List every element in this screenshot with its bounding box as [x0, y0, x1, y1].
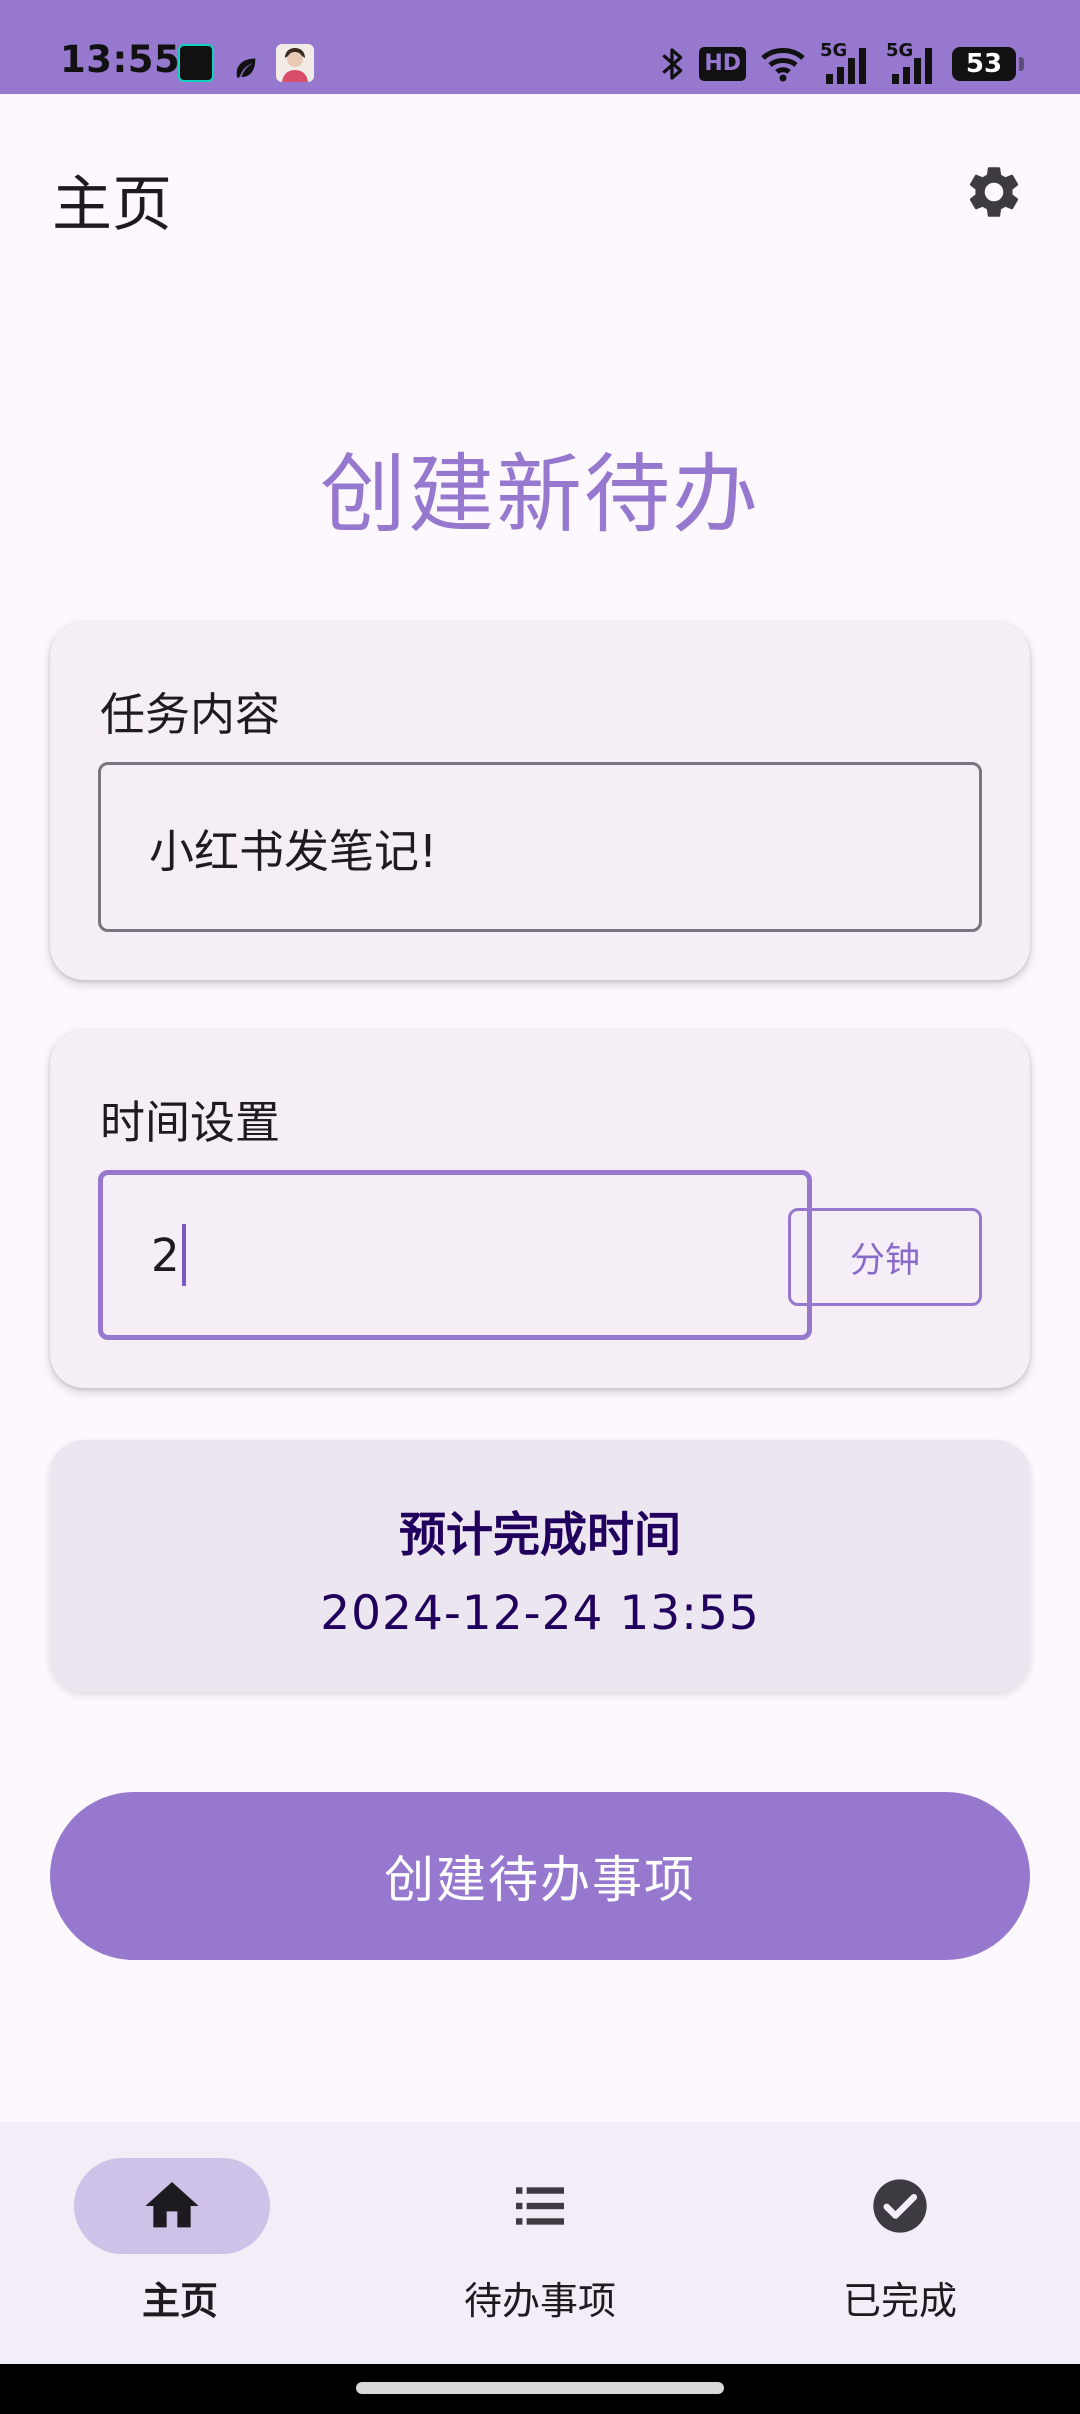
home-icon [145, 2182, 199, 2228]
check-circle-icon [873, 2179, 927, 2233]
bluetooth-icon [662, 48, 683, 80]
nav-item-todo[interactable]: 待办事项 [360, 2122, 720, 2364]
status-time: 13:55 [60, 38, 181, 81]
nav-label-home: 主页 [141, 2279, 218, 2323]
text-caret [181, 1224, 186, 1286]
estimated-completion-value: 2024-12-24 13:55 [320, 1586, 760, 1641]
time-setting-label: 时间设置 [100, 1096, 281, 1149]
battery-icon: 53 [952, 47, 1024, 81]
avatar-icon [276, 44, 314, 82]
settings-button[interactable] [960, 158, 1028, 226]
time-setting-card: 时间设置 2 分钟 [50, 1030, 1030, 1388]
task-content-label: 任务内容 [100, 688, 281, 741]
task-content-value: 小红书发笔记! [149, 824, 438, 878]
status-indicators: HD 5G 5G 53 [659, 40, 1024, 86]
hd-badge: HD [699, 47, 746, 81]
leaf-icon [236, 58, 256, 79]
status-bar: 13:55 HD 5G 5G 53 [0, 0, 1080, 94]
time-unit-button[interactable]: 分钟 [788, 1208, 982, 1306]
page-title: 主页 [52, 170, 172, 240]
create-todo-button[interactable]: 创建待办事项 [50, 1792, 1030, 1960]
app-notification-icon [178, 44, 214, 82]
time-input-value: 2 [151, 1228, 180, 1282]
estimated-completion-title: 预计完成时间 [399, 1508, 681, 1563]
system-navigation-bar [0, 2364, 1080, 2414]
signal-icon [826, 48, 866, 84]
nav-item-completed[interactable]: 已完成 [720, 2122, 1080, 2364]
time-input[interactable]: 2 [98, 1170, 812, 1340]
bottom-navigation: 主页 待办事项 已完成 [0, 2122, 1080, 2364]
create-todo-heading: 创建新待办 [320, 445, 760, 545]
estimated-completion-card: 预计完成时间 2024-12-24 13:55 [50, 1440, 1030, 1692]
signal-1: 5G [820, 40, 872, 84]
gear-icon [969, 167, 1019, 217]
nav-label-todo: 待办事项 [463, 2279, 616, 2323]
nav-item-home[interactable]: 主页 [0, 2122, 360, 2364]
task-content-card: 任务内容 小红书发笔记! [50, 622, 1030, 980]
gesture-handle[interactable] [356, 2382, 724, 2394]
list-icon [516, 2187, 564, 2225]
nav-label-completed: 已完成 [842, 2279, 957, 2323]
task-content-input[interactable]: 小红书发笔记! [98, 762, 982, 932]
signal-2: 5G [886, 40, 938, 84]
signal-icon [892, 48, 932, 84]
wifi-icon [761, 48, 805, 82]
